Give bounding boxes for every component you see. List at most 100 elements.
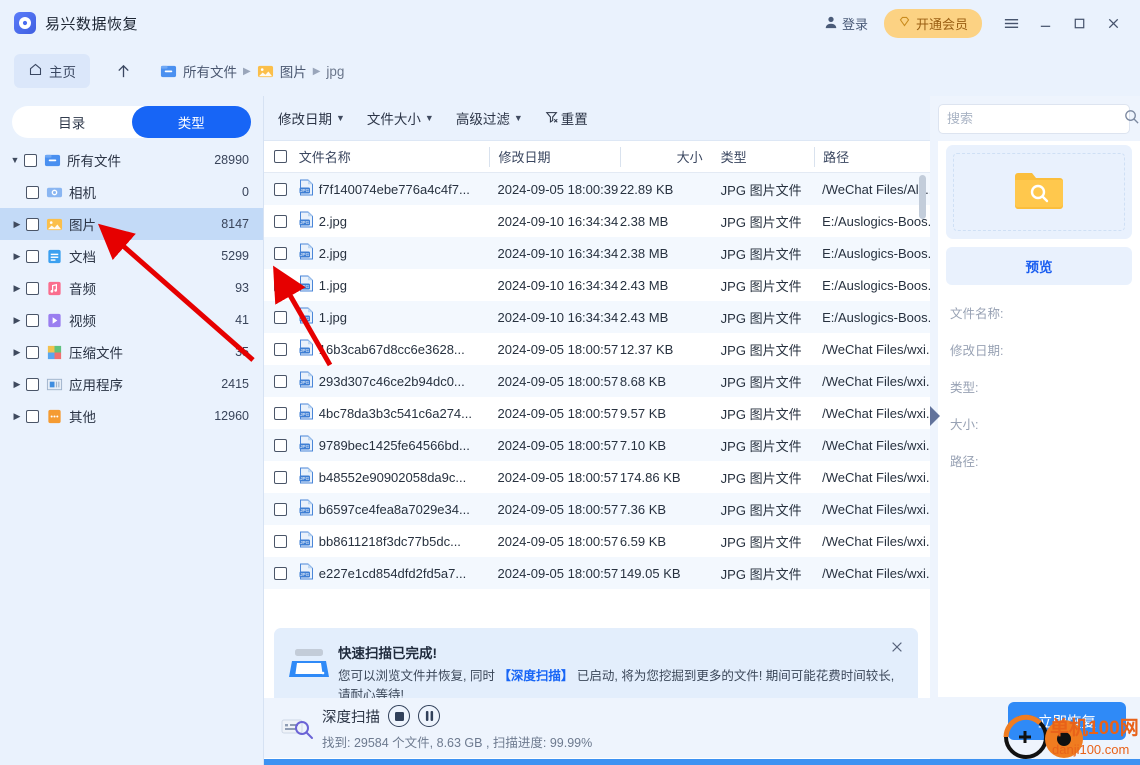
breadcrumb-separator: ▶ bbox=[312, 65, 321, 77]
checkbox-camera[interactable] bbox=[26, 185, 39, 199]
table-row[interactable]: JPG bb8611218f3dc77b5dc... 2024-09-05 18:0… bbox=[264, 525, 930, 557]
reset-label: 重置 bbox=[560, 112, 588, 127]
stop-icon[interactable] bbox=[388, 705, 410, 727]
row-checkbox[interactable] bbox=[273, 534, 287, 548]
jpg-file-icon: JPG bbox=[299, 371, 314, 391]
chevron-right-icon[interactable]: ▶ bbox=[8, 219, 26, 230]
breadcrumb-item-all-files[interactable]: 所有文件 bbox=[160, 61, 237, 81]
row-checkbox[interactable] bbox=[273, 342, 287, 356]
tab-type[interactable]: 类型 bbox=[131, 106, 251, 138]
sidebar-item-documents[interactable]: ▶ 文档 5299 bbox=[0, 240, 263, 272]
chevron-right-icon[interactable]: ▶ bbox=[8, 251, 26, 262]
cell-type: JPG 图片文件 bbox=[720, 246, 802, 262]
preview-button[interactable]: 预览 bbox=[946, 247, 1132, 285]
table-row[interactable]: JPG 1.jpg 2024-09-10 16:34:34 2.43 MB JPG 图片… bbox=[264, 301, 930, 333]
collapse-right-icon[interactable] bbox=[930, 405, 941, 427]
minimize-icon[interactable] bbox=[1028, 6, 1062, 40]
breadcrumb-item-images[interactable]: 图片 bbox=[257, 61, 307, 81]
table-row[interactable]: JPG 2.jpg 2024-09-10 16:34:34 2.38 MB JPG 图片… bbox=[264, 237, 930, 269]
banner-text: 快速扫描已完成! 您可以浏览文件并恢复, 同时 【深度扫描】 已启动, 将为您挖… bbox=[332, 641, 898, 705]
sidebar-item-other[interactable]: ▶ 其他 12960 bbox=[0, 400, 263, 432]
row-checkbox[interactable] bbox=[273, 246, 287, 260]
filter-modified-date[interactable]: 修改日期 ▼ bbox=[278, 108, 345, 128]
checkbox-documents[interactable] bbox=[26, 249, 39, 263]
sidebar-item-count: 93 bbox=[235, 281, 249, 295]
pause-icon[interactable] bbox=[418, 705, 440, 727]
sidebar-item-video[interactable]: ▶ 视频 41 bbox=[0, 304, 263, 336]
row-checkbox[interactable] bbox=[273, 182, 287, 196]
table-row[interactable]: JPG b6597ce4fea8a7029e34... 2024-09-05 18:… bbox=[264, 493, 930, 525]
row-checkbox[interactable] bbox=[273, 406, 287, 420]
recover-now-button[interactable]: 立即恢复 bbox=[1008, 702, 1126, 740]
sidebar-item-archives[interactable]: ▶ 压缩文件 35 bbox=[0, 336, 263, 368]
chevron-right-icon[interactable]: ▶ bbox=[8, 315, 26, 326]
file-name-text: 1.jpg bbox=[318, 309, 347, 325]
column-header-name[interactable]: 文件名称 bbox=[297, 147, 490, 167]
row-checkbox[interactable] bbox=[273, 470, 287, 484]
row-checkbox[interactable] bbox=[273, 502, 287, 516]
checkbox-applications[interactable] bbox=[26, 377, 39, 391]
tab-directory[interactable]: 目录 bbox=[12, 106, 132, 138]
sidebar-item-audio[interactable]: ▶ 音频 93 bbox=[0, 272, 263, 304]
chevron-right-icon[interactable]: ▶ bbox=[8, 347, 26, 358]
sidebar-item-count: 8147 bbox=[221, 217, 249, 231]
row-checkbox[interactable] bbox=[273, 438, 287, 452]
row-checkbox[interactable] bbox=[273, 310, 287, 324]
table-row[interactable]: JPG 293d307c46ce2b94dc0... 2024-09-05 18:0… bbox=[264, 365, 930, 397]
checkbox-audio[interactable] bbox=[26, 281, 39, 295]
filter-file-size[interactable]: 文件大小 ▼ bbox=[367, 108, 434, 128]
chevron-right-icon[interactable]: ▶ bbox=[8, 379, 26, 390]
jpg-file-icon: JPG bbox=[299, 563, 314, 583]
chevron-down-icon[interactable]: ▼ bbox=[6, 155, 24, 165]
vip-button[interactable]: 开通会员 bbox=[883, 8, 982, 38]
table-row[interactable]: JPG e227e1cd854dfd2fd5a7... 2024-09-05 18:… bbox=[264, 557, 930, 589]
checkbox-archives[interactable] bbox=[26, 345, 39, 359]
table-row[interactable]: JPG 1.jpg 2024-09-10 16:34:34 2.43 MB JPG 图片… bbox=[264, 269, 930, 301]
select-all-checkbox[interactable] bbox=[273, 150, 287, 163]
row-checkbox[interactable] bbox=[273, 374, 287, 388]
maximize-icon[interactable] bbox=[1062, 6, 1096, 40]
sidebar-item-all-files[interactable]: ▼ 所有文件 28990 bbox=[0, 144, 263, 176]
reset-filters-button[interactable]: 重置 bbox=[545, 108, 588, 128]
checkbox-all-files[interactable] bbox=[24, 153, 37, 167]
scrollbar-thumb[interactable] bbox=[919, 175, 926, 219]
checkbox-other[interactable] bbox=[26, 409, 39, 423]
close-icon[interactable] bbox=[890, 640, 904, 658]
login-button[interactable]: 登录 bbox=[814, 10, 878, 37]
table-row[interactable]: JPG 2.jpg 2024-09-10 16:34:34 2.38 MB JPG 图片… bbox=[264, 205, 930, 237]
arrow-up-icon[interactable] bbox=[106, 54, 140, 88]
hamburger-menu-icon[interactable] bbox=[994, 6, 1028, 40]
home-button[interactable]: 主页 bbox=[14, 54, 90, 88]
column-header-date[interactable]: 修改日期 bbox=[489, 146, 619, 167]
table-row[interactable]: JPG 16b3cab67d8cc6e3628... 2024-09-05 18:0… bbox=[264, 333, 930, 365]
sidebar-item-camera[interactable]: 相机 0 bbox=[0, 176, 263, 208]
file-list-scrollbar[interactable] bbox=[919, 173, 926, 618]
deep-scan-link[interactable]: 【深度扫描】 bbox=[498, 669, 573, 683]
search-input[interactable] bbox=[947, 111, 1123, 126]
column-header-size[interactable]: 大小 bbox=[619, 146, 713, 167]
row-checkbox[interactable] bbox=[273, 566, 287, 580]
table-row[interactable]: JPG b48552e90902058da9c... 2024-09-05 18:0… bbox=[264, 461, 930, 493]
table-row[interactable]: JPG 9789bec1425fe64566bd... 2024-09-05 18:… bbox=[264, 429, 930, 461]
breadcrumb-item-jpg[interactable]: jpg bbox=[326, 64, 344, 79]
checkbox-video[interactable] bbox=[26, 313, 39, 327]
sidebar-item-applications[interactable]: ▶ 应用程序 2415 bbox=[0, 368, 263, 400]
close-icon[interactable] bbox=[1096, 6, 1130, 40]
column-header-type[interactable]: 类型 bbox=[713, 147, 814, 167]
cell-path: /WeChat Files/All ... bbox=[822, 181, 930, 197]
row-checkbox[interactable] bbox=[273, 214, 287, 228]
chevron-right-icon[interactable]: ▶ bbox=[8, 411, 26, 422]
search-box[interactable] bbox=[938, 103, 1139, 134]
column-header-path[interactable]: 路径 bbox=[814, 146, 930, 167]
chevron-right-icon[interactable]: ▶ bbox=[8, 283, 26, 294]
sidebar-item-images[interactable]: ▶ 图片 8147 bbox=[0, 208, 263, 240]
row-checkbox[interactable] bbox=[273, 278, 287, 292]
cell-file-name: JPG 4bc78da3b3c541c6a274... bbox=[297, 403, 490, 423]
search-icon[interactable] bbox=[1123, 108, 1140, 130]
checkbox-images[interactable] bbox=[26, 217, 39, 231]
other-icon bbox=[46, 408, 63, 425]
table-row[interactable]: JPG f7f140074ebe776a4c4f7... 2024-09-05 18… bbox=[264, 173, 930, 205]
table-row[interactable]: JPG 4bc78da3b3c541c6a274... 2024-09-05 18:… bbox=[264, 397, 930, 429]
filter-advanced[interactable]: 高级过滤 ▼ bbox=[456, 108, 523, 128]
svg-text:JPG: JPG bbox=[300, 348, 309, 353]
